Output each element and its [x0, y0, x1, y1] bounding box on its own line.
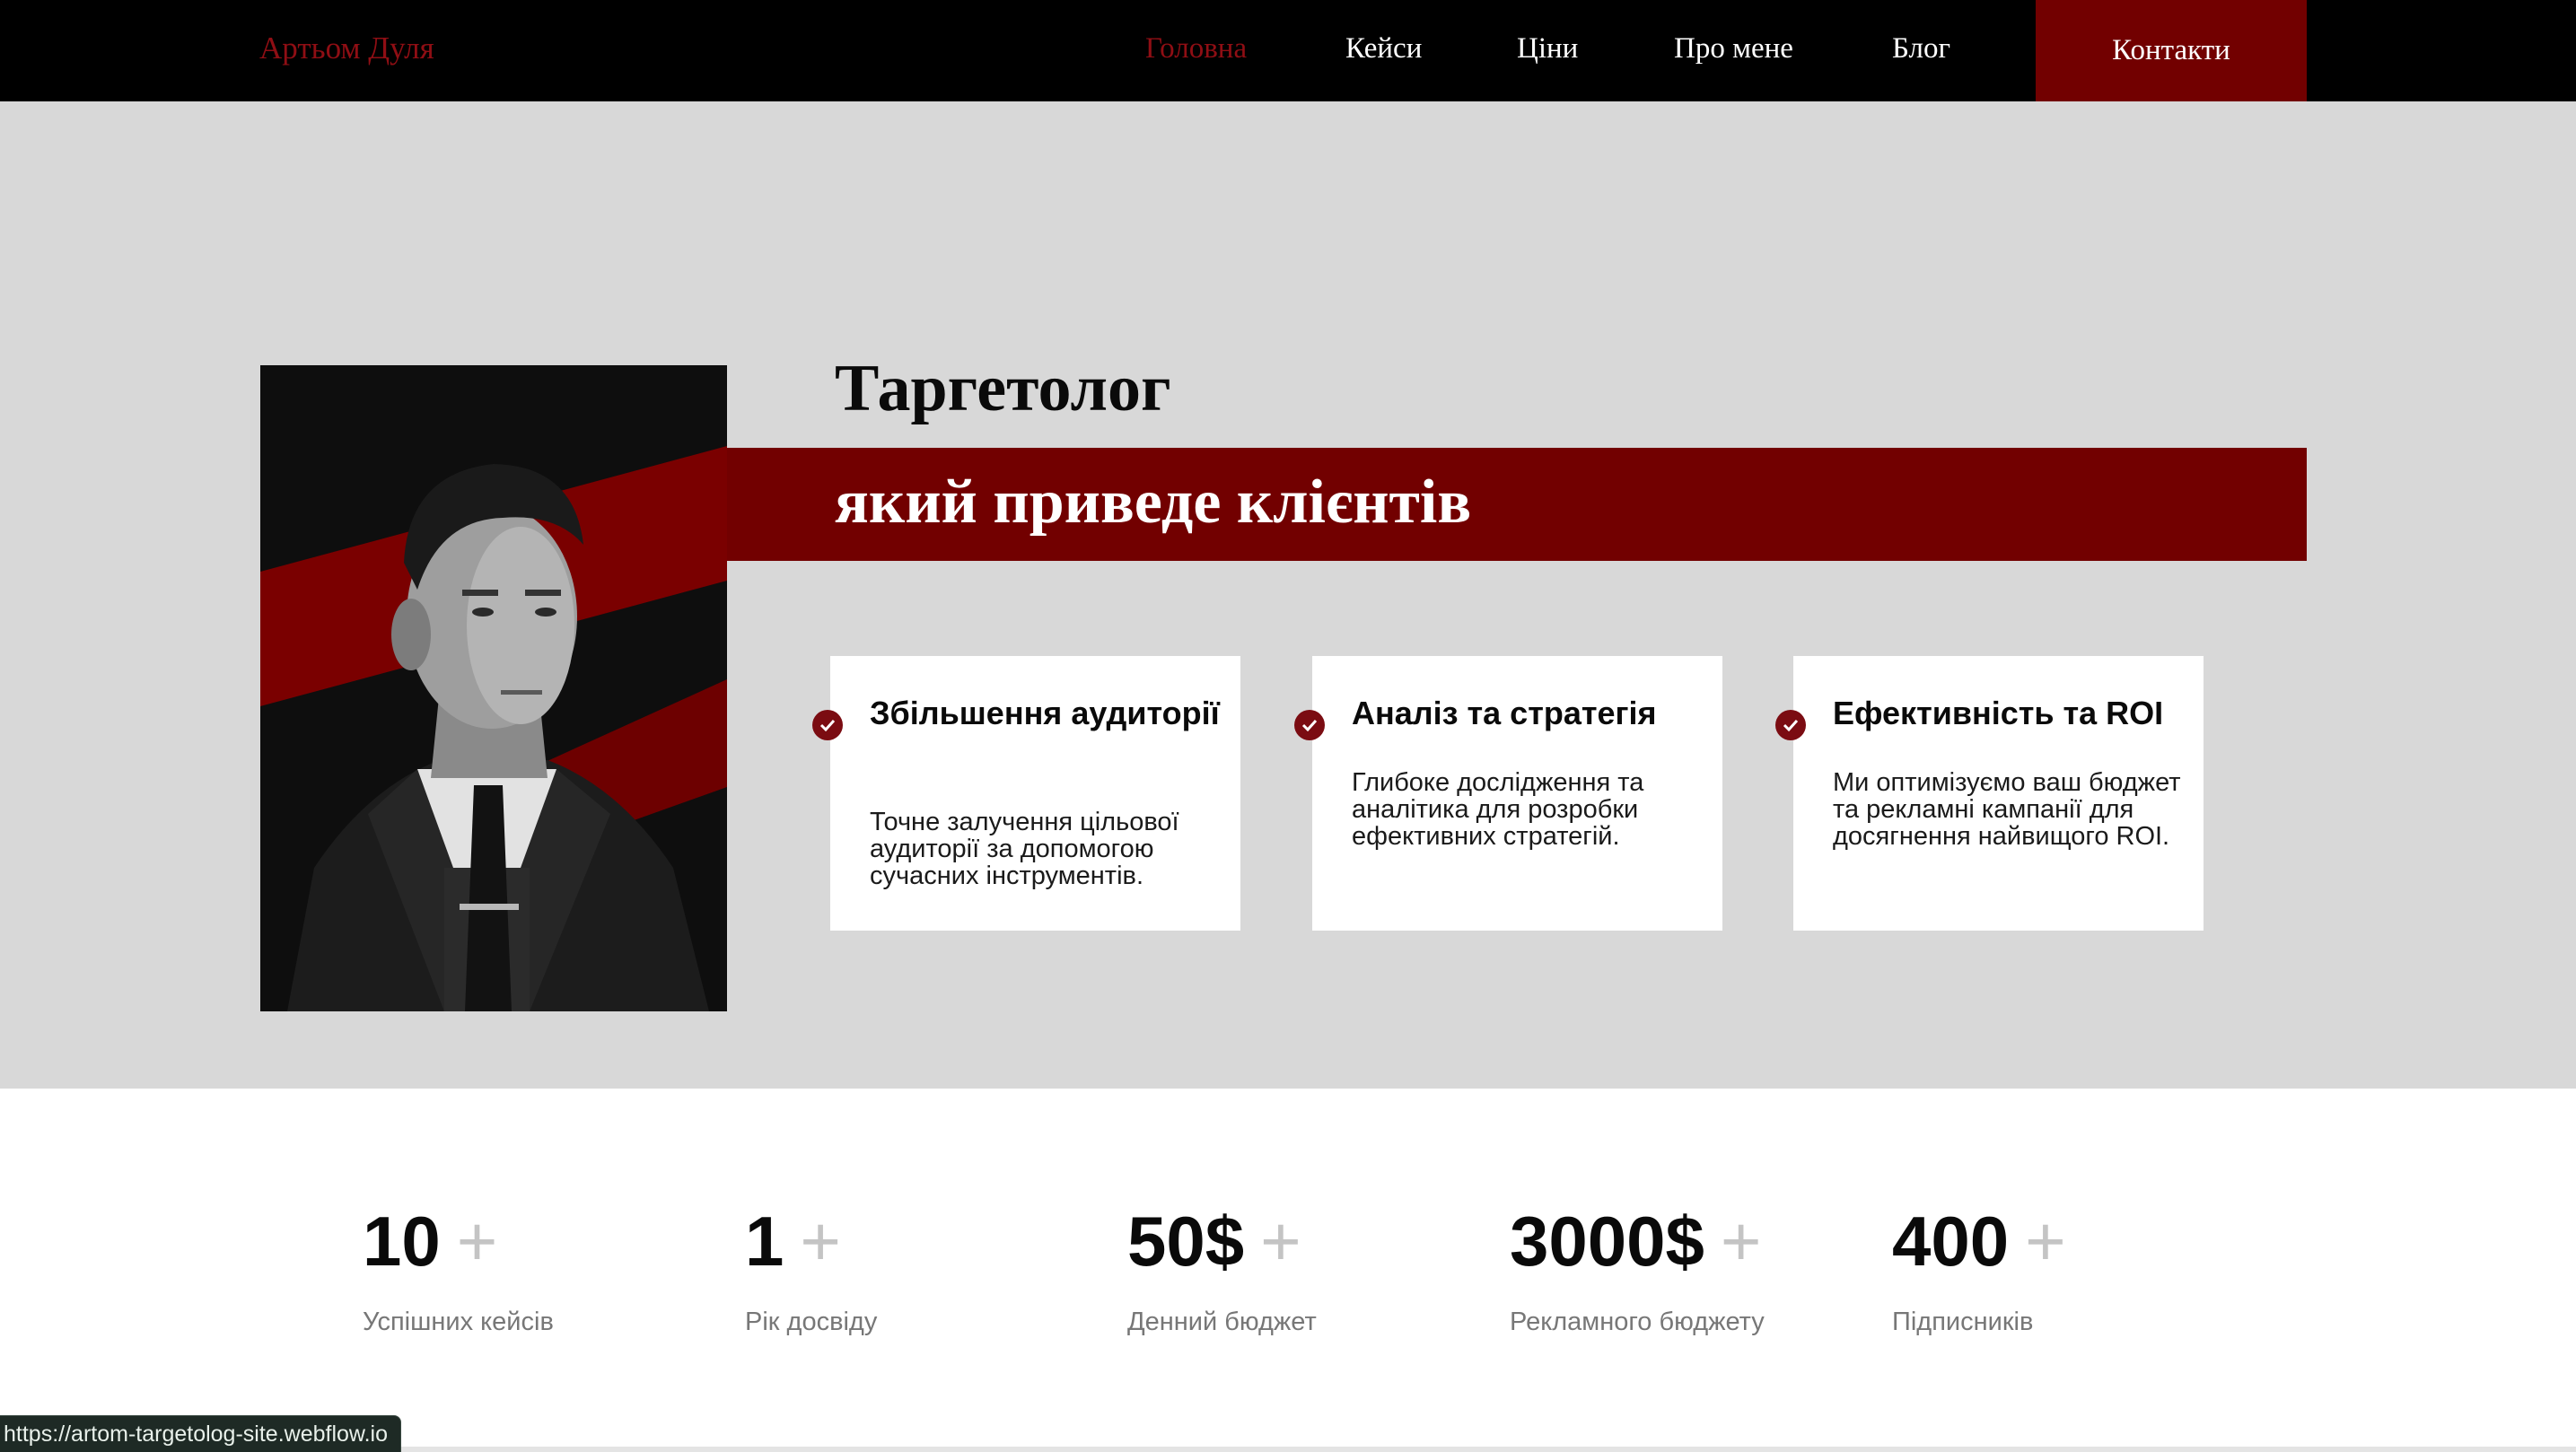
hero-section: Таргетолог який приведе клієнтів Збільше…	[0, 101, 2576, 1089]
plus-icon: +	[2025, 1202, 2066, 1281]
stat-item: 3000$ + Рекламного бюджету	[1510, 1196, 1765, 1337]
stat-label: Рекламного бюджету	[1510, 1308, 1765, 1336]
stat-item: 1 + Рік досвіду	[745, 1196, 877, 1337]
nav-link-prices[interactable]: Ціни	[1517, 27, 1578, 70]
stat-label: Рік досвіду	[745, 1308, 878, 1336]
stat-value: 3000$	[1510, 1202, 1704, 1281]
nav-link-home[interactable]: Головна	[1145, 27, 1247, 70]
contacts-button[interactable]: Контакти	[2036, 0, 2307, 101]
feature-card-title: Збільшення аудиторії	[870, 695, 1220, 731]
check-circle-icon	[1775, 710, 1806, 740]
plus-icon: +	[1720, 1202, 1762, 1281]
stat-value: 10	[363, 1202, 441, 1281]
portrait-photo	[260, 365, 727, 1011]
check-circle-icon	[1294, 710, 1325, 740]
stat-item: 50$ + Денний бюджет	[1127, 1196, 1317, 1337]
top-navbar: Артьом Дуля Головна Кейси Ціни Про мене …	[0, 0, 2576, 101]
stat-value: 400	[1892, 1202, 2010, 1281]
feature-card: Ефективність та ROI Ми оптимізуємо ваш б…	[1775, 656, 2204, 931]
stats-section: 10 + Успішних кейсів 1 + Рік досвіду 50$ + …	[0, 1089, 2576, 1452]
nav-link-blog[interactable]: Блог	[1892, 27, 1950, 70]
stat-item: 10 + Успішних кейсів	[363, 1196, 554, 1337]
hero-subtitle: який приведе клієнтів	[835, 468, 1472, 537]
check-circle-icon	[812, 710, 843, 740]
stat-label: Успішних кейсів	[363, 1308, 554, 1336]
feature-card: Аналіз та стратегія Глибоке дослідження …	[1294, 656, 1722, 931]
feature-card: Збільшення аудиторії Точне залучення ціл…	[812, 656, 1240, 931]
plus-icon: +	[800, 1202, 841, 1281]
feature-card-text: Точне залучення цільової аудиторії за до…	[870, 808, 1179, 890]
stat-value: 1	[745, 1202, 784, 1281]
feature-card-title: Ефективність та ROI	[1833, 695, 2164, 731]
status-bar-url: https://artom-targetolog-site.webflow.io	[0, 1415, 401, 1452]
brand-logo-link[interactable]: Артьом Дуля	[259, 27, 434, 70]
plus-icon: +	[456, 1202, 498, 1281]
stat-value: 50$	[1127, 1202, 1245, 1281]
feature-card-text: Ми оптимізуємо ваш бюджет та рекламні ка…	[1833, 768, 2181, 851]
nav-link-about[interactable]: Про мене	[1674, 27, 1793, 70]
feature-card-text: Глибоке дослідження та аналітика для роз…	[1352, 768, 1644, 851]
stat-item: 400 + Підписників	[1892, 1196, 2066, 1337]
plus-icon: +	[1260, 1202, 1301, 1281]
stat-label: Денний бюджет	[1127, 1308, 1317, 1336]
nav-link-cases[interactable]: Кейси	[1345, 27, 1422, 70]
feature-card-title: Аналіз та стратегія	[1352, 695, 1657, 731]
hero-title: Таргетолог	[835, 352, 1171, 425]
stat-label: Підписників	[1892, 1308, 2034, 1336]
